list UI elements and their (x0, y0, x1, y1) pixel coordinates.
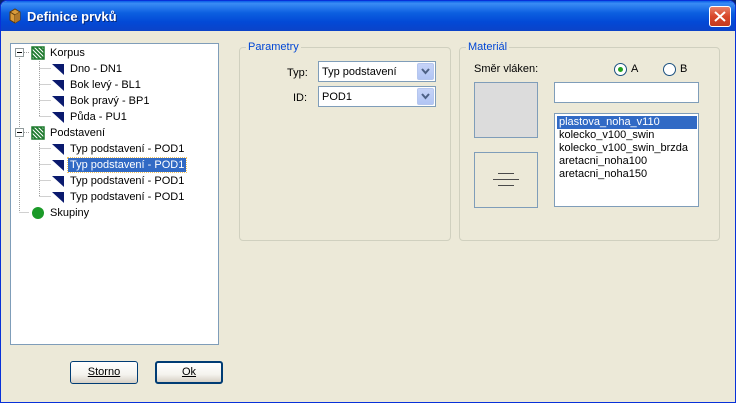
triangle-blue-icon (52, 144, 64, 155)
id-dropdown-button[interactable] (417, 88, 434, 105)
triangle-blue-icon (52, 112, 64, 123)
chevron-down-icon (421, 93, 430, 100)
grain-direction-label: Směr vláken: (474, 63, 539, 75)
tree-node-label: Půda - PU1 (70, 111, 127, 123)
striped-green-icon (31, 46, 45, 60)
tree-node-label: Typ podstavení - POD1 (70, 143, 185, 155)
tree-node[interactable]: Typ podstavení - POD1 (11, 189, 218, 205)
id-select-value: POD1 (322, 91, 352, 103)
list-item[interactable]: plastova_noha_v110 (557, 116, 697, 129)
list-item[interactable]: kolecko_v100_swin_brzda (557, 142, 690, 155)
grain-radio-b-label: B (680, 63, 688, 75)
window-title: Definice prvků (27, 9, 117, 24)
tree-node-label: Dno - DN1 (70, 63, 122, 75)
title-bar[interactable]: Definice prvků (1, 1, 735, 31)
triangle-blue-icon (52, 64, 64, 75)
storno-button[interactable]: Storno (70, 361, 138, 384)
tree-node[interactable]: Skupiny (11, 205, 218, 221)
tree-node[interactable]: Typ podstavení - POD1 (11, 173, 218, 189)
storno-label: Storno (87, 366, 121, 378)
tree-node[interactable]: Půda - PU1 (11, 109, 218, 125)
material-list[interactable]: plastova_noha_v110 kolecko_v100_swin kolec… (554, 113, 699, 207)
grain-line-1 (498, 173, 514, 174)
triangle-blue-icon (52, 192, 64, 203)
parametry-group: Parametry Typ: Typ podstavení ID: POD1 (239, 40, 451, 241)
grain-line-3 (498, 185, 514, 186)
tree-node[interactable]: Typ podstavení - POD1 (11, 157, 218, 173)
tree-node[interactable]: Bok levý - BL1 (11, 77, 218, 93)
triangle-blue-icon (52, 176, 64, 187)
grain-radio-b[interactable] (663, 63, 676, 76)
list-item[interactable]: kolecko_v100_swin (557, 129, 656, 142)
typ-label: Typ: (287, 67, 308, 79)
tree-node-label: Typ podstavení - POD1 (70, 175, 185, 187)
grain-radio-a-label: A (631, 63, 639, 75)
tree-node-label: Bok levý - BL1 (70, 79, 141, 91)
tree-node[interactable]: Bok pravý - BP1 (11, 93, 218, 109)
element-tree[interactable]: Korpus Dno - DN1 Bok levý - BL1 Bok pravý -… (10, 43, 219, 345)
material-search-input[interactable] (554, 82, 699, 103)
chevron-down-icon (421, 68, 430, 75)
tree-node[interactable]: Korpus (11, 45, 218, 61)
parametry-title: Parametry (246, 40, 301, 54)
triangle-blue-icon (52, 160, 64, 171)
tree-node[interactable]: Typ podstavení - POD1 (11, 141, 218, 157)
grain-radio-a[interactable] (614, 63, 627, 76)
material-group: Materiál Směr vláken: A B plastova_noha_… (459, 40, 720, 241)
id-select[interactable]: POD1 (318, 86, 436, 107)
tree-node-label: Podstavení (50, 127, 106, 139)
striped-green-icon (31, 126, 45, 140)
triangle-blue-icon (52, 80, 64, 91)
collapse-toggle[interactable] (15, 48, 24, 57)
tree-node[interactable]: Dno - DN1 (11, 61, 218, 77)
typ-dropdown-button[interactable] (417, 63, 434, 80)
tree-node[interactable]: Podstavení (11, 125, 218, 141)
close-button[interactable] (709, 6, 731, 27)
material-title: Materiál (466, 40, 510, 54)
close-icon (714, 11, 726, 22)
grain-line-2 (493, 179, 519, 180)
tree-node-label: Typ podstavení - POD1 (70, 191, 185, 203)
collapse-toggle[interactable] (15, 128, 24, 137)
tree-node-label: Korpus (50, 47, 85, 59)
tree-node-label: Typ podstavení - POD1 (66, 157, 188, 173)
ok-button[interactable]: Ok (155, 361, 223, 384)
list-item[interactable]: aretacni_noha150 (557, 168, 649, 181)
triangle-blue-icon (52, 96, 64, 107)
grain-direction-preview (474, 152, 538, 208)
ok-label: Ok (181, 366, 197, 378)
list-item[interactable]: aretacni_noha100 (557, 155, 649, 168)
dialog-window: Definice prvků Korpus Dno - DN1 Bok levý… (0, 0, 736, 403)
dialog-client: Korpus Dno - DN1 Bok levý - BL1 Bok pravý -… (4, 31, 732, 401)
tree-node-label: Skupiny (50, 207, 90, 219)
typ-select-value: Typ podstavení (322, 66, 397, 78)
tree-node-label: Bok pravý - BP1 (70, 95, 150, 107)
id-label: ID: (293, 92, 308, 104)
app-icon (9, 8, 21, 24)
green-circle-icon (32, 207, 44, 219)
typ-select[interactable]: Typ podstavení (318, 61, 436, 82)
material-preview-swatch (474, 82, 538, 138)
